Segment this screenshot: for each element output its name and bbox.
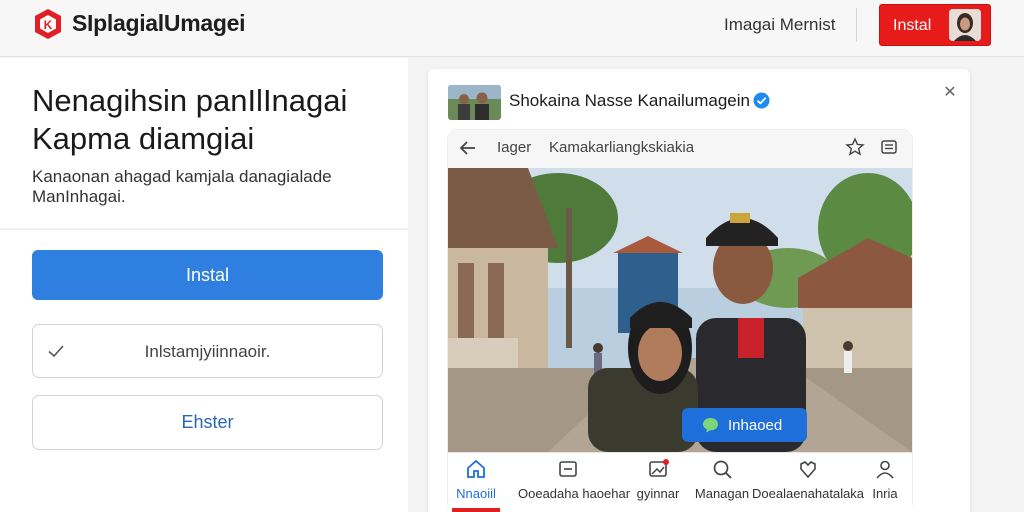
heart-icon [800,461,816,479]
checked-option-label: Inlstamjyiinnaoir. [144,342,271,361]
secondary-button[interactable]: Ehster [32,395,383,450]
chat-bubble-icon [703,418,718,433]
nav-item-media[interactable]: gyinnar [630,458,686,501]
nav-item-home[interactable]: Nnaoiil [452,458,500,501]
profile-avatar [448,85,501,120]
image-icon [649,459,669,477]
verified-badge-icon [753,92,770,109]
app-logo-icon[interactable]: K [33,8,63,40]
nav-item-search[interactable]: Managan [690,458,754,501]
url-text[interactable]: Kamakarliangkskiakia [549,139,694,156]
hero-subtext: Kanaonan ahagad kamjala danagialade ManI… [32,167,362,207]
preview-photo [448,168,912,452]
nav-label-search: Managan [694,486,750,501]
search-icon [713,460,732,479]
nav-item-inbox[interactable]: Ooeadaha haoehar [518,458,631,501]
overlay-action-button[interactable]: Inhaoed [682,408,807,442]
nav-label-home: Nnaoiil [456,486,496,501]
install-button[interactable]: Instal [32,250,383,300]
profile-name: Shokaina Nasse Kanailumagein [509,91,750,110]
home-icon [467,459,485,478]
nav-label-media: gyinnar [636,486,680,501]
header-install-label: Instal [893,17,932,34]
headline-line-2: Kapma diamgiai [32,121,255,156]
tabs-icon[interactable] [880,138,898,156]
nav-link[interactable]: Imagai Mernist [724,15,835,35]
subtext-line-1: Kanaonan ahagad kamjala danagialade [32,167,332,186]
header-install-button[interactable]: Instal [879,4,991,46]
back-arrow-icon[interactable] [458,138,478,158]
avatar [949,9,981,41]
page-title: Nenagihsin panIlInagai Kapma diamgiai [32,82,402,158]
headline-line-1: Nenagihsin panIlInagai [32,83,348,118]
user-icon [876,460,894,479]
nav-label-profile: Inria [872,486,898,501]
app-title: SIplagialUmagei [72,10,246,36]
url-prefix: Iager [497,139,532,156]
nav-item-profile[interactable]: Inria [866,458,904,501]
inbox-icon [559,461,577,477]
close-icon[interactable]: ✕ [941,84,959,102]
nav-label-inbox: Ooeadaha haoehar [518,486,631,501]
checked-option-button[interactable]: Inlstamjyiinnaoir. [32,324,383,378]
subtext-line-2: ManInhagai. [32,187,126,206]
divider [856,8,857,42]
nav-item-favorites[interactable]: Doealaenahatalaka [752,458,864,501]
active-tab-indicator [452,508,500,512]
star-icon[interactable] [845,137,865,157]
svg-text:K: K [44,18,53,32]
nav-label-favorites: Doealaenahatalaka [752,486,865,501]
overlay-action-label: Inhaoed [728,417,783,434]
